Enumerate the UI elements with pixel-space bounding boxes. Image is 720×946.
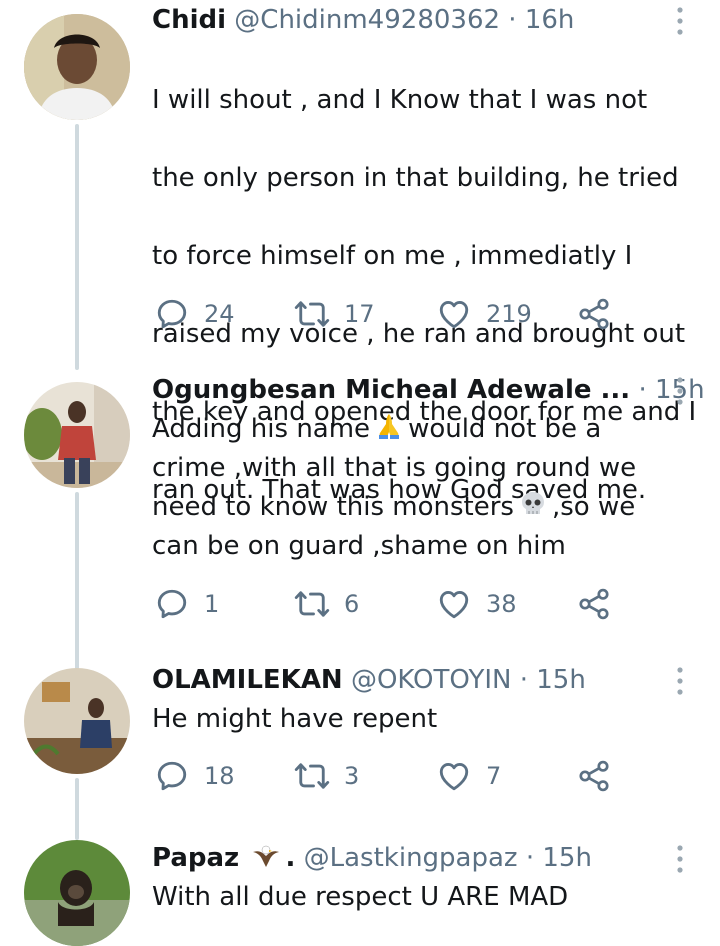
like-count: 38 xyxy=(486,590,517,618)
reply-count: 1 xyxy=(204,590,220,618)
retweet-count: 6 xyxy=(344,590,360,618)
eagle-emoji xyxy=(253,845,280,867)
display-name[interactable]: Chidi xyxy=(152,5,226,35)
share-icon xyxy=(576,296,612,332)
tweet-text-segment: Adding his name xyxy=(152,414,371,444)
avatar[interactable] xyxy=(24,382,130,488)
tweet-header: Papaz . @Lastkingpapaz · 15h xyxy=(152,838,592,878)
tweet-text-line: crime ,with all that is going round we xyxy=(152,453,637,483)
share-button[interactable] xyxy=(576,584,612,624)
reply-count: 24 xyxy=(204,300,235,328)
user-handle[interactable]: @Lastkingpapaz xyxy=(304,843,518,873)
like-button[interactable]: 219 xyxy=(436,294,532,334)
more-vertical-icon[interactable] xyxy=(668,374,692,408)
display-name[interactable]: Papaz xyxy=(152,843,239,873)
thread-line xyxy=(75,124,79,370)
heart-icon xyxy=(436,296,472,332)
tweet-actions: 24 17 219 xyxy=(152,294,672,334)
display-name[interactable]: Ogungbesan Micheal Adewale ... xyxy=(152,375,630,405)
reply-icon xyxy=(154,586,190,622)
avatar[interactable] xyxy=(24,668,130,774)
retweet-button[interactable]: 17 xyxy=(294,294,375,334)
tweet-text-segment: need to know this monsters xyxy=(152,492,514,522)
thread-line xyxy=(75,492,79,670)
tweet-text-line: I will shout , and I Know that I was not xyxy=(152,85,648,115)
share-icon xyxy=(576,586,612,622)
reply-button[interactable]: 24 xyxy=(154,294,235,334)
user-handle[interactable]: @OKOTOYIN xyxy=(351,665,511,695)
reply-icon xyxy=(154,296,190,332)
separator: · xyxy=(525,843,535,873)
tweet-text-line: can be on guard ,shame on him xyxy=(152,531,566,561)
retweet-button[interactable]: 3 xyxy=(294,756,359,796)
avatar[interactable] xyxy=(24,840,130,946)
more-vertical-icon[interactable] xyxy=(668,4,692,38)
tweet-text: He might have repent xyxy=(152,704,438,734)
like-count: 219 xyxy=(486,300,532,328)
tweet-text: With all due respect U ARE MAD xyxy=(152,882,569,912)
like-button[interactable]: 38 xyxy=(436,584,517,624)
tweet-text-line: need to know this monsters ,so we xyxy=(152,488,702,527)
retweet-icon xyxy=(294,296,330,332)
separator: · xyxy=(508,5,517,35)
tweet-text-line: to force himself on me , immediatly I xyxy=(152,241,633,271)
timestamp[interactable]: 15h xyxy=(536,665,586,695)
more-vertical-icon[interactable] xyxy=(668,842,692,876)
tweet-actions: 18 3 7 xyxy=(152,756,672,796)
tweet-text-segment: ,so we xyxy=(551,492,636,522)
like-button[interactable]: 7 xyxy=(436,756,501,796)
tweet[interactable]: Papaz . @Lastkingpapaz · 15h With all du… xyxy=(0,838,720,946)
tweet[interactable]: Ogungbesan Micheal Adewale ... · 15h Add… xyxy=(0,370,720,670)
share-button[interactable] xyxy=(576,294,612,334)
retweet-count: 3 xyxy=(344,762,360,790)
share-button[interactable] xyxy=(576,756,612,796)
skull-emoji xyxy=(521,492,544,514)
tweet[interactable]: OLAMILEKAN @OKOTOYIN · 15h He might have… xyxy=(0,660,720,840)
heart-icon xyxy=(436,586,472,622)
heart-icon xyxy=(436,758,472,794)
tweet[interactable]: Chidi @Chidinm49280362 · 16h I will shou… xyxy=(0,0,720,505)
avatar[interactable] xyxy=(24,14,130,120)
more-vertical-icon[interactable] xyxy=(668,664,692,698)
separator: · xyxy=(638,375,647,405)
tweet-text-line: the only person in that building, he tri… xyxy=(152,163,679,193)
reply-button[interactable]: 1 xyxy=(154,584,219,624)
folded-hands-emoji xyxy=(379,414,400,439)
separator: · xyxy=(519,665,528,695)
tweet-text-segment: would not be a xyxy=(408,414,602,444)
tweet-header: Ogungbesan Micheal Adewale ... · 15h xyxy=(152,370,705,410)
retweet-icon xyxy=(294,758,330,794)
like-count: 7 xyxy=(486,762,502,790)
retweet-count: 17 xyxy=(344,300,375,328)
display-name[interactable]: OLAMILEKAN xyxy=(152,665,343,695)
tweet-header: OLAMILEKAN @OKOTOYIN · 15h xyxy=(152,660,586,700)
thread-line xyxy=(75,778,79,840)
name-suffix: . xyxy=(285,843,296,873)
tweet-header: Chidi @Chidinm49280362 · 16h xyxy=(152,0,574,40)
timestamp[interactable]: 16h xyxy=(525,5,575,35)
tweet-actions: 1 6 38 xyxy=(152,584,672,624)
tweet-text-line: Adding his name would not be a xyxy=(152,410,702,449)
reply-icon xyxy=(154,758,190,794)
retweet-icon xyxy=(294,586,330,622)
retweet-button[interactable]: 6 xyxy=(294,584,359,624)
tweet-text: Adding his name would not be a crime ,wi… xyxy=(152,410,702,566)
reply-button[interactable]: 18 xyxy=(154,756,235,796)
user-handle[interactable]: @Chidinm49280362 xyxy=(234,5,500,35)
reply-count: 18 xyxy=(204,762,235,790)
share-icon xyxy=(576,758,612,794)
timestamp[interactable]: 15h xyxy=(542,843,592,873)
